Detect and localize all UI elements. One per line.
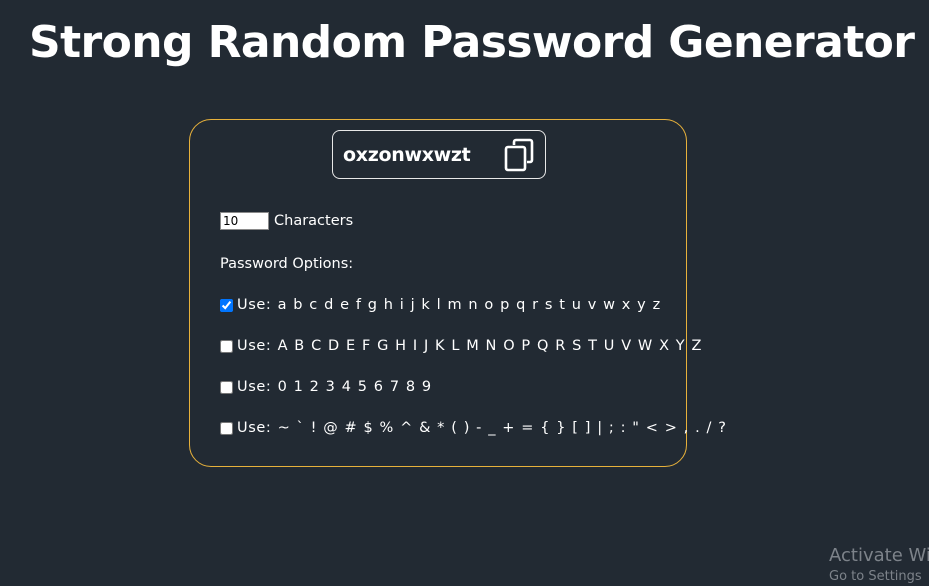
option-lowercase-label: Use: a b c d e f g h i j k l m n o p q r… bbox=[237, 297, 661, 313]
option-uppercase-label: Use: A B C D E F G H I J K L M N O P Q R… bbox=[237, 338, 703, 354]
option-symbols-label: Use: ~ ` ! @ # $ % ^ & * ( ) - _ + = { }… bbox=[237, 420, 727, 436]
watermark-title: Activate Wi bbox=[829, 545, 929, 566]
options-heading: Password Options: bbox=[220, 256, 354, 272]
copy-icon bbox=[504, 138, 534, 172]
option-digits-label: Use: 0 1 2 3 4 5 6 7 8 9 bbox=[237, 379, 432, 395]
copy-button[interactable] bbox=[501, 137, 537, 173]
length-input[interactable] bbox=[220, 212, 269, 230]
option-lowercase[interactable]: Use: a b c d e f g h i j k l m n o p q r… bbox=[220, 295, 661, 315]
option-uppercase[interactable]: Use: A B C D E F G H I J K L M N O P Q R… bbox=[220, 336, 702, 356]
symbols-checkbox[interactable] bbox=[220, 421, 233, 435]
activation-watermark: Activate Wi Go to Settings bbox=[829, 544, 929, 586]
length-row: Characters bbox=[220, 211, 353, 231]
length-label: Characters bbox=[274, 213, 354, 229]
generator-card: oxzonwxwzt Characters Password Options: … bbox=[189, 119, 726, 467]
digits-checkbox[interactable] bbox=[220, 380, 233, 394]
lowercase-checkbox[interactable] bbox=[220, 298, 233, 312]
watermark-subtitle: Go to Settings bbox=[829, 569, 922, 584]
password-display: oxzonwxwzt bbox=[332, 130, 546, 179]
generated-password: oxzonwxwzt bbox=[343, 144, 471, 166]
option-digits[interactable]: Use: 0 1 2 3 4 5 6 7 8 9 bbox=[220, 377, 432, 397]
page-title: Strong Random Password Generator bbox=[29, 17, 915, 68]
uppercase-checkbox[interactable] bbox=[220, 339, 233, 353]
option-symbols[interactable]: Use: ~ ` ! @ # $ % ^ & * ( ) - _ + = { }… bbox=[220, 418, 727, 438]
